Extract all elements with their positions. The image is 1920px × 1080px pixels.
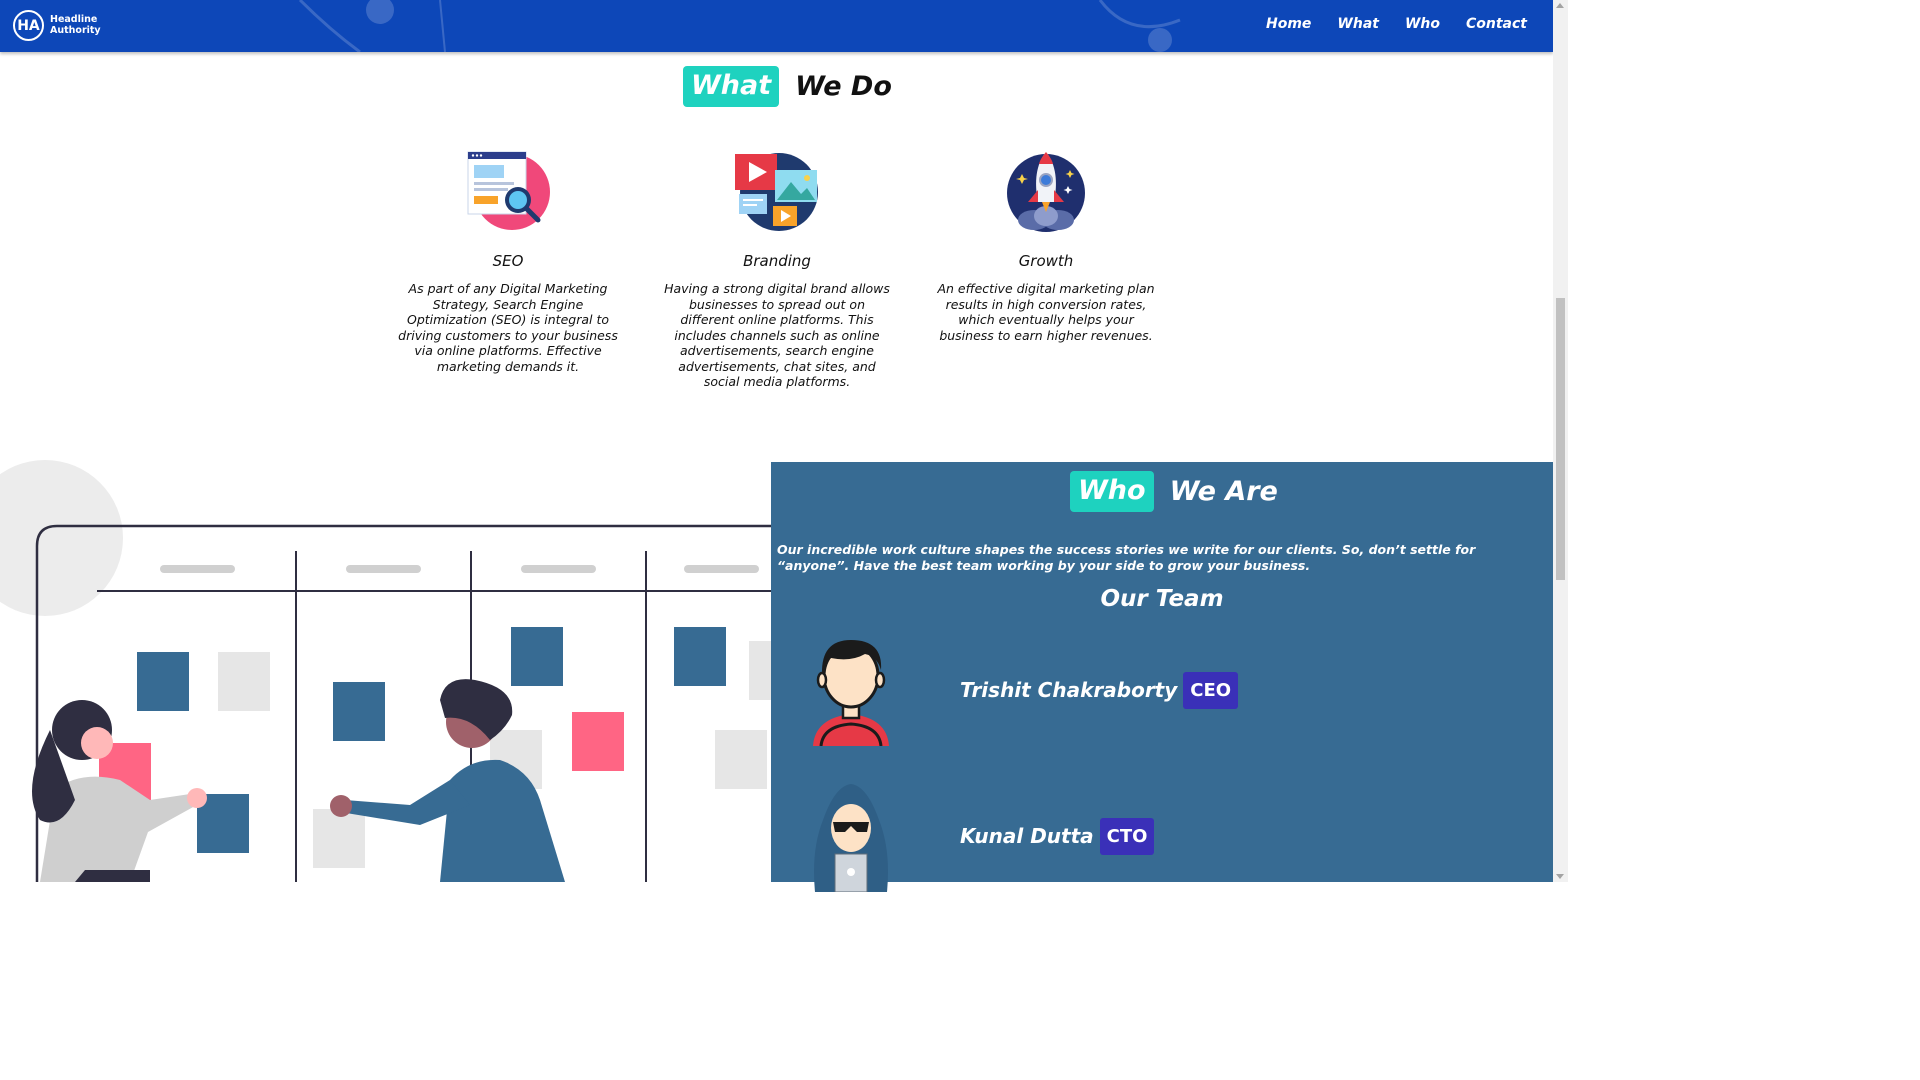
service-title: SEO bbox=[492, 252, 524, 270]
logo-mark: HA bbox=[13, 10, 44, 41]
role-badge: CTO bbox=[1099, 817, 1155, 855]
what-highlight: What bbox=[683, 66, 780, 107]
rocket-icon bbox=[1007, 152, 1085, 232]
scrollbar-thumb[interactable] bbox=[1556, 298, 1565, 580]
nav-links: Home What Who Contact bbox=[1266, 16, 1527, 32]
team-member: Kunal Dutta CTO bbox=[811, 780, 1155, 892]
logo-line1: Headline bbox=[50, 14, 98, 25]
service-seo: SEO As part of any Digital Marketing Str… bbox=[393, 150, 623, 374]
service-title: Growth bbox=[1018, 252, 1074, 270]
cto-hacker-avatar bbox=[814, 784, 888, 892]
who-description: Our incredible work culture shapes the s… bbox=[777, 542, 1476, 573]
nav-link-who[interactable]: Who bbox=[1405, 16, 1440, 32]
member-name: Trishit Chakraborty bbox=[960, 678, 1178, 702]
who-section: Who We Are Our incredible work culture s… bbox=[771, 462, 1553, 892]
service-branding: Branding Having a strong digital brand a… bbox=[662, 150, 892, 390]
logo-line2: Authority bbox=[50, 24, 101, 36]
ceo-avatar bbox=[813, 640, 889, 746]
team-board-illustration bbox=[0, 460, 771, 882]
who-highlight: Who bbox=[1070, 471, 1154, 512]
member-name: Kunal Dutta bbox=[960, 824, 1094, 848]
who-title-rest: We Are bbox=[1169, 476, 1278, 507]
logo-text: Headline Authority bbox=[50, 14, 101, 36]
logo[interactable]: HA Headline Authority bbox=[13, 10, 101, 41]
navbar: HA Headline Authority Home What Who Cont… bbox=[0, 0, 1553, 52]
team-heading: Our Team bbox=[1100, 586, 1224, 612]
role-badge: CEO bbox=[1183, 671, 1239, 709]
nav-link-what[interactable]: What bbox=[1337, 16, 1379, 32]
seo-search-icon bbox=[467, 151, 550, 230]
who-section-title: Who We Are bbox=[1070, 471, 1278, 512]
media-branding-icon bbox=[735, 153, 818, 231]
nav-link-home[interactable]: Home bbox=[1266, 16, 1311, 32]
service-text: Having a strong digital brand allows bus… bbox=[664, 281, 890, 389]
service-title: Branding bbox=[743, 252, 811, 270]
nav-link-contact[interactable]: Contact bbox=[1466, 16, 1527, 32]
service-text: As part of any Digital Marketing Strateg… bbox=[398, 281, 618, 374]
page-scrollbar[interactable] bbox=[1553, 0, 1568, 882]
what-title-rest: We Do bbox=[795, 71, 892, 102]
service-text: An effective digital marketing plan resu… bbox=[937, 281, 1155, 343]
scroll-up-icon[interactable] bbox=[1556, 3, 1564, 8]
scroll-down-icon[interactable] bbox=[1556, 874, 1564, 879]
service-growth: Growth An effective digital marketing pl… bbox=[931, 150, 1161, 343]
team-member: Trishit Chakraborty CEO bbox=[811, 634, 1239, 746]
what-section-title: What We Do bbox=[683, 66, 892, 107]
